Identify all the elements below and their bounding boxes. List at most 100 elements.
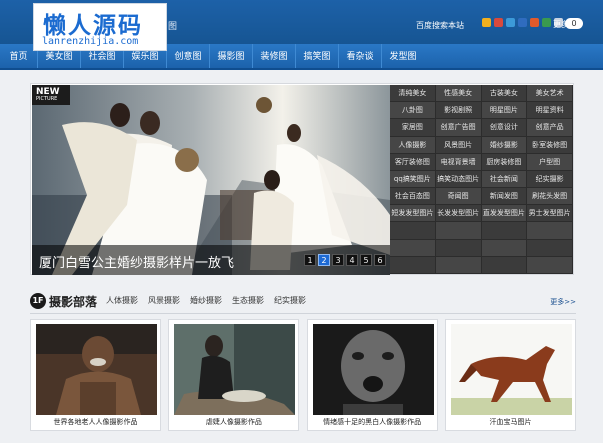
subnav-link[interactable]: 生态摄影: [232, 295, 264, 306]
nav-item[interactable]: 发型图: [381, 44, 424, 68]
subnav-link[interactable]: 人体摄影: [106, 295, 138, 306]
slider-caption-bar: 厦门白雪公主婚纱摄影样片一放飞 123456: [32, 245, 390, 275]
nav-item[interactable]: 摄影图: [209, 44, 252, 68]
category-tag[interactable]: 美女艺术: [527, 85, 573, 103]
douban-icon[interactable]: [542, 18, 551, 27]
thumb-caption[interactable]: 世界各地老人人像摄影作品: [31, 417, 160, 427]
category-tag: [481, 239, 528, 257]
category-tag[interactable]: 直发发型图片: [481, 205, 528, 223]
more-link[interactable]: 更多>>: [550, 297, 576, 307]
photo-thumbnails: 世界各地老人人像摄影作品 虐婕人像摄影作品 情绪感十足的黑白人像摄影作品 汗血宝…: [30, 319, 576, 431]
hero-slider[interactable]: NEW PICTURE 厦门白雪公主婚纱摄影样片一放飞 123456: [32, 85, 390, 275]
renren-icon[interactable]: [518, 18, 527, 27]
category-tag[interactable]: 电视背景墙: [435, 153, 482, 171]
nav-item[interactable]: 创意图: [166, 44, 209, 68]
category-tag[interactable]: 卧室装修图: [527, 136, 573, 154]
thumb-card[interactable]: 虐婕人像摄影作品: [168, 319, 300, 431]
new-badge: NEW PICTURE: [32, 85, 70, 105]
category-tag[interactable]: 风景图片: [435, 136, 482, 154]
category-tag[interactable]: 人像摄影: [390, 136, 436, 154]
category-tag-grid: 清纯美女 性感美女 古装美女 美女艺术 八卦图 影视剧照 明星图片 明星资料 家居图 创意广告图创…: [390, 85, 573, 274]
category-tag: [435, 222, 482, 240]
category-tag[interactable]: 影视剧照: [435, 102, 482, 120]
category-tag[interactable]: 创意广告图: [435, 119, 482, 137]
site-logo[interactable]: 懒人源码 lanrenzhijia.com: [33, 3, 167, 51]
slider-caption[interactable]: 厦门白雪公主婚纱摄影样片一放飞: [39, 252, 234, 271]
pager-dot[interactable]: 3: [332, 254, 344, 266]
subnav-link[interactable]: 婚纱摄影: [190, 295, 222, 306]
category-tag[interactable]: 社会新闻: [481, 170, 528, 189]
nav-item[interactable]: 首页: [0, 44, 37, 68]
category-tag[interactable]: 古装美女: [481, 85, 528, 103]
pager-dot[interactable]: 2: [318, 254, 330, 266]
thumb-card[interactable]: 汗血宝马图片: [444, 319, 576, 431]
category-tag[interactable]: 新闻发图: [481, 188, 528, 206]
tencent-weibo-icon[interactable]: [506, 18, 515, 27]
section-header: 1F 摄影部落 人体摄影 风景摄影 婚纱摄影 生态摄影 纪实摄影 更多>>: [30, 292, 576, 314]
thumb-caption[interactable]: 汗血宝马图片: [446, 417, 575, 427]
category-tag[interactable]: 家居图: [390, 119, 436, 137]
share-count-badge: 0: [565, 18, 583, 29]
nav-item[interactable]: 搞笑图: [295, 44, 338, 68]
qzone-icon[interactable]: [482, 18, 491, 27]
category-tag[interactable]: 创意设计: [481, 119, 528, 137]
category-tag[interactable]: 客厅装修图: [390, 153, 436, 171]
thumb-image-portrait[interactable]: [174, 324, 296, 415]
category-tag: [390, 256, 436, 274]
category-tag: [390, 239, 436, 257]
subnav-link[interactable]: 纪实摄影: [274, 295, 306, 306]
category-tag[interactable]: 短发发型图片: [390, 205, 436, 223]
category-tag[interactable]: 户型图: [527, 153, 573, 171]
category-tag[interactable]: 清纯美女: [390, 85, 436, 103]
category-tag: [435, 239, 482, 257]
logo-url: lanrenzhijia.com: [42, 36, 139, 47]
slider-pager: 123456: [304, 254, 386, 266]
hero-panel: NEW PICTURE 厦门白雪公主婚纱摄影样片一放飞 123456 清纯美女性…: [30, 83, 574, 275]
category-tag[interactable]: 社会百态图: [390, 188, 436, 206]
section-title[interactable]: 摄影部落: [49, 293, 97, 310]
category-tag: [435, 256, 482, 274]
category-tag[interactable]: qq搞笑图片: [390, 170, 436, 189]
pager-dot[interactable]: 4: [346, 254, 358, 266]
kaixin-icon[interactable]: [530, 18, 539, 27]
subnav-link[interactable]: 风景摄影: [148, 295, 180, 306]
category-tag[interactable]: 厨房装修图: [481, 153, 528, 171]
category-tag[interactable]: 婚纱摄影: [481, 136, 528, 154]
category-tag[interactable]: 明星资料: [527, 102, 573, 120]
thumb-caption[interactable]: 虐婕人像摄影作品: [169, 417, 298, 427]
thumb-card[interactable]: 世界各地老人人像摄影作品: [30, 319, 161, 431]
baidu-search-link[interactable]: 百度搜索本站: [416, 20, 464, 31]
thumb-caption[interactable]: 情绪感十足的黑白人像摄影作品: [308, 417, 437, 427]
category-tag: [527, 222, 573, 240]
category-tag[interactable]: 搞笑动态图片: [435, 170, 482, 189]
category-tag[interactable]: 性感美女: [435, 85, 482, 103]
category-tag: [390, 222, 436, 240]
category-tag[interactable]: 纪实摄影: [527, 170, 573, 189]
weibo-icon[interactable]: [494, 18, 503, 27]
thumb-card[interactable]: 情绪感十足的黑白人像摄影作品: [306, 319, 438, 431]
category-tag: [527, 256, 573, 274]
thumb-image-old-man[interactable]: [36, 324, 157, 415]
pager-dot[interactable]: 6: [374, 254, 386, 266]
category-tag: [527, 239, 573, 257]
new-badge-sub: PICTURE: [36, 96, 58, 102]
category-tag[interactable]: 明星图片: [481, 102, 528, 120]
category-tag[interactable]: 创意产品: [527, 119, 573, 137]
nav-item[interactable]: 装修图: [252, 44, 295, 68]
thumb-image-horse[interactable]: [450, 324, 572, 415]
category-tag[interactable]: 长发发型图片: [435, 205, 482, 223]
share-icons: [482, 18, 563, 27]
pager-dot[interactable]: 5: [360, 254, 372, 266]
category-tag[interactable]: 八卦图: [390, 102, 436, 120]
nav-item[interactable]: 看杂谈: [338, 44, 381, 68]
header-title-suffix: 图: [168, 22, 178, 32]
logo-text: 懒人源码: [43, 13, 143, 39]
thumb-image-bw-face[interactable]: [312, 324, 434, 415]
category-tag: [481, 222, 528, 240]
category-tag: [481, 256, 528, 274]
category-tag[interactable]: 刷花头发图: [527, 188, 573, 206]
category-tag[interactable]: 男士发型图片: [527, 205, 573, 223]
category-tag[interactable]: 奇闻图: [435, 188, 482, 206]
section-subnav: 人体摄影 风景摄影 婚纱摄影 生态摄影 纪实摄影: [106, 295, 306, 306]
pager-dot[interactable]: 1: [304, 254, 316, 266]
